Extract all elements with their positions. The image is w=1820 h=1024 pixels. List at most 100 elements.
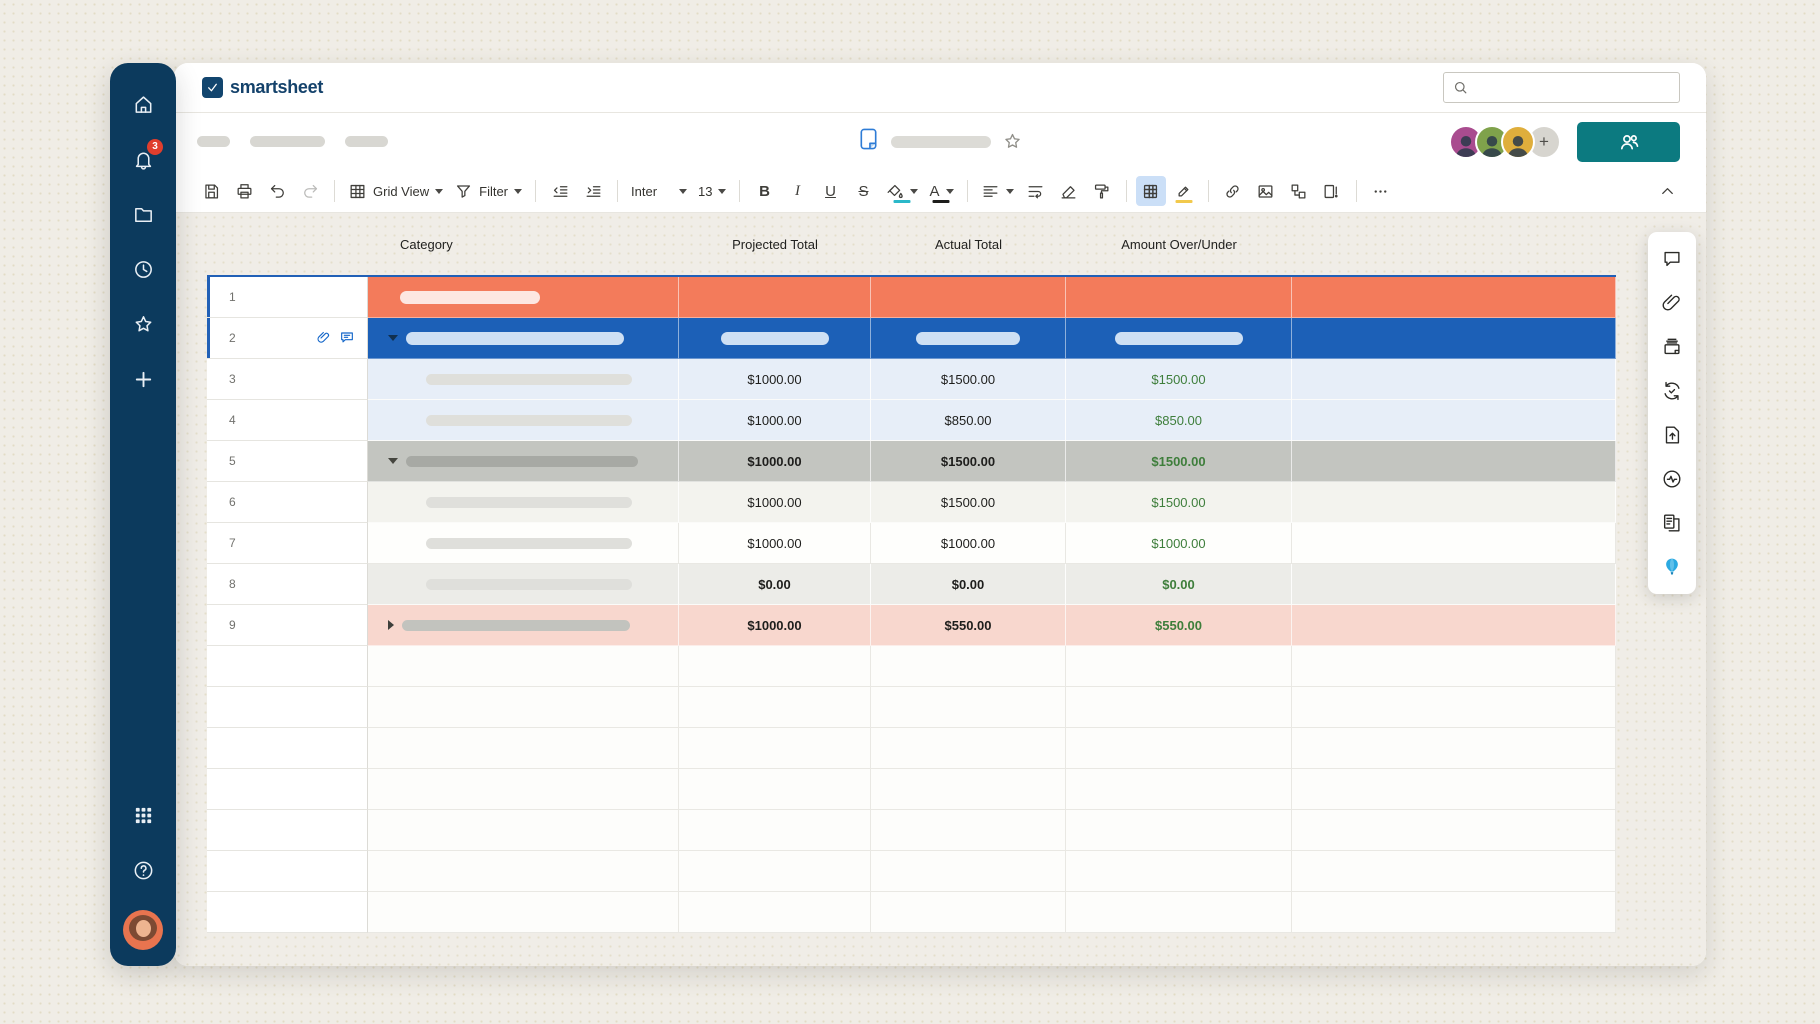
cell-actual-total[interactable]: $550.00 [871, 605, 1066, 646]
cell-actual-total[interactable]: $1500.00 [871, 441, 1066, 482]
cell-category[interactable] [368, 605, 679, 646]
row-number-cell[interactable] [207, 851, 368, 892]
cell-empty[interactable] [1292, 892, 1616, 933]
row-number-cell[interactable]: 4 [207, 400, 368, 441]
strikethrough-button[interactable]: S [848, 176, 878, 206]
cell-category[interactable] [368, 687, 679, 728]
cell-category[interactable] [368, 728, 679, 769]
bold-button[interactable]: B [749, 176, 779, 206]
cell-empty[interactable] [1292, 277, 1616, 318]
cell-category[interactable] [368, 769, 679, 810]
cell-actual-total[interactable]: $0.00 [871, 564, 1066, 605]
cell-actual-total[interactable] [871, 892, 1066, 933]
align-button[interactable] [977, 176, 1018, 206]
sidebar-apps-launcher-button[interactable] [124, 796, 162, 834]
cell-empty[interactable] [1292, 564, 1616, 605]
cell-category[interactable] [368, 523, 679, 564]
row-number-cell[interactable]: 7 [207, 523, 368, 564]
fill-color-button[interactable] [881, 176, 922, 206]
cell-projected-total[interactable] [679, 318, 871, 359]
share-button[interactable] [1577, 122, 1680, 162]
cell-empty[interactable] [1292, 769, 1616, 810]
row-number-cell[interactable]: 1 [207, 277, 368, 318]
sidebar-create-button[interactable] [124, 360, 162, 398]
cell-empty[interactable] [1292, 605, 1616, 646]
cell-actual-total[interactable] [871, 277, 1066, 318]
row-number-cell[interactable]: 2 [207, 318, 368, 359]
cell-empty[interactable] [1292, 400, 1616, 441]
attachments-button[interactable] [1656, 287, 1688, 319]
cell-borders-button[interactable] [1136, 176, 1166, 206]
cell-amount-over-under[interactable] [1066, 646, 1292, 687]
format-painter-button[interactable] [1087, 176, 1117, 206]
cell-projected-total[interactable] [679, 687, 871, 728]
row-number-cell[interactable] [207, 769, 368, 810]
cell-amount-over-under[interactable] [1066, 277, 1292, 318]
cell-actual-total[interactable] [871, 851, 1066, 892]
cell-actual-total[interactable] [871, 810, 1066, 851]
cell-projected-total[interactable] [679, 277, 871, 318]
expand-row-toggle[interactable] [388, 620, 394, 630]
sidebar-home-button[interactable] [124, 85, 162, 123]
cell-amount-over-under[interactable]: $1500.00 [1066, 482, 1292, 523]
underline-button[interactable]: U [815, 176, 845, 206]
row-number-cell[interactable]: 8 [207, 564, 368, 605]
search-input[interactable] [1475, 80, 1671, 95]
row-number-cell[interactable] [207, 728, 368, 769]
cell-amount-over-under[interactable] [1066, 810, 1292, 851]
font-family-button[interactable]: Inter [627, 176, 691, 206]
cell-actual-total[interactable] [871, 769, 1066, 810]
activity-log-button[interactable] [1656, 463, 1688, 495]
cell-category[interactable] [368, 441, 679, 482]
insert-image-button[interactable] [1251, 176, 1281, 206]
sidebar-recents-button[interactable] [124, 250, 162, 288]
cell-projected-total[interactable] [679, 769, 871, 810]
breadcrumb-item-3[interactable] [345, 136, 388, 147]
cell-actual-total[interactable]: $850.00 [871, 400, 1066, 441]
outdent-button[interactable] [545, 176, 575, 206]
comment-icon[interactable] [339, 330, 355, 346]
cell-projected-total[interactable]: $1000.00 [679, 605, 871, 646]
font-size-button[interactable]: 13 [694, 176, 730, 206]
cell-amount-over-under[interactable] [1066, 769, 1292, 810]
search-box[interactable] [1443, 72, 1680, 103]
clear-format-button[interactable] [1054, 176, 1084, 206]
cell-amount-over-under[interactable] [1066, 892, 1292, 933]
cell-category[interactable] [368, 892, 679, 933]
cell-actual-total[interactable]: $1500.00 [871, 482, 1066, 523]
row-number-cell[interactable] [207, 646, 368, 687]
cell-amount-over-under[interactable]: $1000.00 [1066, 523, 1292, 564]
symbols-button[interactable] [1317, 176, 1347, 206]
collapse-toolbar-button[interactable] [1652, 176, 1682, 206]
cell-category[interactable] [368, 277, 679, 318]
favorite-star-button[interactable] [1002, 131, 1023, 152]
cell-category[interactable] [368, 400, 679, 441]
publish-button[interactable] [1656, 419, 1688, 451]
cell-empty[interactable] [1292, 851, 1616, 892]
cell-actual-total[interactable] [871, 318, 1066, 359]
cell-amount-over-under[interactable] [1066, 318, 1292, 359]
insert-link-button[interactable] [1218, 176, 1248, 206]
cell-empty[interactable] [1292, 318, 1616, 359]
cell-category[interactable] [368, 810, 679, 851]
cell-projected-total[interactable]: $1000.00 [679, 400, 871, 441]
cell-category[interactable] [368, 564, 679, 605]
cell-actual-total[interactable]: $1500.00 [871, 359, 1066, 400]
sheet-summary-button[interactable] [1656, 507, 1688, 539]
collapse-row-toggle[interactable] [388, 335, 398, 341]
indent-button[interactable] [578, 176, 608, 206]
row-number-cell[interactable] [207, 687, 368, 728]
collaborator-avatar-3[interactable] [1501, 125, 1535, 159]
cell-projected-total[interactable]: $1000.00 [679, 523, 871, 564]
undo-button[interactable] [262, 176, 292, 206]
sidebar-favorites-button[interactable] [124, 305, 162, 343]
update-requests-button[interactable] [1656, 375, 1688, 407]
cell-actual-total[interactable] [871, 728, 1066, 769]
cell-actual-total[interactable]: $1000.00 [871, 523, 1066, 564]
cell-empty[interactable] [1292, 359, 1616, 400]
proofs-button[interactable] [1656, 331, 1688, 363]
print-button[interactable] [229, 176, 259, 206]
cell-projected-total[interactable] [679, 851, 871, 892]
cell-projected-total[interactable] [679, 892, 871, 933]
cell-amount-over-under[interactable]: $0.00 [1066, 564, 1292, 605]
